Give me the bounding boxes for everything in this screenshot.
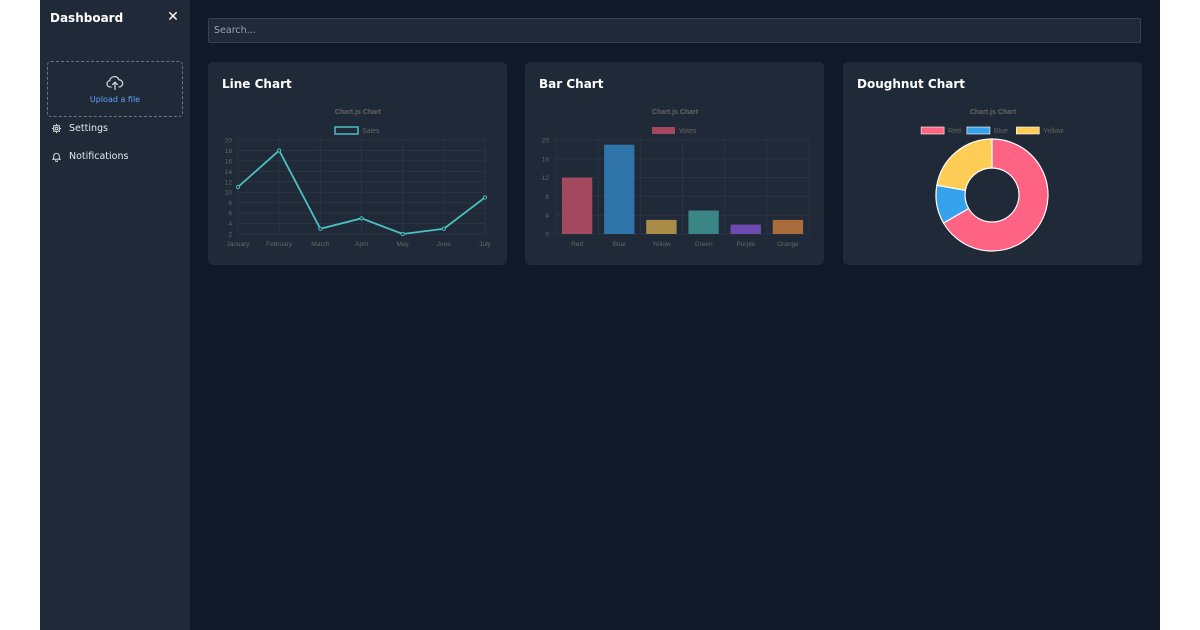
y-tick-label: 14 bbox=[225, 169, 233, 176]
doughnut-slice[interactable] bbox=[936, 138, 993, 192]
legend-swatch[interactable] bbox=[1016, 126, 1040, 135]
legend-label[interactable]: Votes bbox=[679, 128, 697, 135]
sidebar-item-notifications[interactable]: Notifications bbox=[51, 148, 128, 164]
bar[interactable] bbox=[604, 144, 635, 234]
chart-title: Chart.js Chart bbox=[652, 109, 699, 116]
y-tick-label: 20 bbox=[542, 138, 550, 145]
y-tick-label: 16 bbox=[542, 156, 550, 163]
y-tick-label: 12 bbox=[542, 175, 550, 182]
legend-swatch[interactable] bbox=[652, 127, 675, 134]
data-point[interactable] bbox=[277, 148, 282, 153]
x-tick-label: June bbox=[437, 241, 451, 248]
y-tick-label: 8 bbox=[228, 200, 232, 207]
data-point[interactable] bbox=[400, 231, 405, 237]
x-tick-label: July bbox=[479, 241, 491, 248]
chart-title: Chart.js Chart bbox=[335, 109, 382, 116]
bar[interactable] bbox=[561, 177, 593, 234]
x-tick-label: Blue bbox=[613, 241, 626, 248]
upload-dropzone[interactable]: Upload a file bbox=[47, 61, 183, 117]
data-point[interactable] bbox=[441, 226, 446, 231]
y-tick-label: 8 bbox=[545, 194, 549, 201]
y-tick-label: 0 bbox=[545, 232, 549, 239]
data-point[interactable] bbox=[359, 216, 364, 221]
x-tick-label: Red bbox=[571, 241, 583, 248]
bar[interactable] bbox=[730, 224, 761, 234]
y-tick-label: 2 bbox=[228, 232, 232, 239]
line-chart-card: Line Chart Chart.js Chart Sales 20 18 16 14… bbox=[208, 62, 507, 265]
app-window: Dashboard ✕ Upload a file Settings Notif… bbox=[40, 0, 1160, 630]
search-input[interactable] bbox=[208, 18, 1141, 43]
bell-icon bbox=[51, 152, 62, 162]
y-tick-label: 20 bbox=[225, 138, 233, 145]
upload-label: Upload a file bbox=[89, 94, 141, 104]
chart-title: Chart.js Chart bbox=[970, 109, 1017, 116]
sidebar-item-settings[interactable]: Settings bbox=[51, 120, 108, 136]
legend-swatch[interactable] bbox=[966, 126, 991, 135]
bar[interactable] bbox=[688, 210, 719, 235]
y-tick-label: 4 bbox=[228, 221, 232, 228]
sidebar-item-label: Notifications bbox=[69, 150, 129, 162]
x-tick-label: April bbox=[355, 241, 369, 248]
y-tick-label: 16 bbox=[225, 158, 233, 165]
sidebar: Dashboard ✕ Upload a file Settings Notif… bbox=[40, 0, 190, 630]
legend-swatch[interactable] bbox=[920, 126, 945, 135]
bar[interactable] bbox=[772, 219, 804, 234]
legend-label[interactable]: Yellow bbox=[1043, 128, 1064, 135]
y-tick-label: 10 bbox=[225, 190, 233, 197]
legend-label[interactable]: Sales bbox=[362, 128, 380, 135]
x-tick-label: February bbox=[266, 241, 293, 248]
x-tick-label: Purple bbox=[736, 241, 755, 248]
y-tick-label: 4 bbox=[545, 213, 549, 220]
x-tick-label: March bbox=[311, 241, 329, 248]
main-content: Line Chart Chart.js Chart Sales 20181614… bbox=[190, 0, 1160, 630]
data-point[interactable] bbox=[482, 195, 488, 200]
close-icon[interactable]: ✕ bbox=[167, 10, 179, 24]
data-point[interactable] bbox=[318, 226, 323, 231]
cloud-upload-icon bbox=[106, 75, 124, 90]
doughnut-chart-card: Doughnut Chart Chart.js Chart Red Blue Yel… bbox=[843, 62, 1142, 265]
bar[interactable] bbox=[646, 219, 677, 234]
doughnut-chart: Chart.js Chart Red Blue Yellow bbox=[920, 109, 1064, 252]
legend-label[interactable]: Red bbox=[948, 128, 961, 135]
sidebar-item-label: Settings bbox=[69, 122, 108, 134]
y-tick-label: 6 bbox=[228, 211, 232, 218]
legend-label[interactable]: Blue bbox=[994, 128, 1008, 135]
x-tick-label: Yellow bbox=[652, 241, 671, 248]
x-tick-label: May bbox=[397, 241, 410, 248]
x-tick-label: Orange bbox=[777, 241, 799, 248]
bar-chart: Chart.js Chart Votes 20 16 12 8 4 0 Red Blue Ye… bbox=[542, 109, 810, 248]
data-point[interactable] bbox=[235, 184, 241, 190]
line-chart: Chart.js Chart Sales 20 18 16 14 12 10 8 6 4 2 Ja… bbox=[225, 109, 492, 248]
legend-swatch[interactable] bbox=[334, 126, 359, 135]
x-tick-label: Green bbox=[695, 241, 713, 248]
gear-icon bbox=[51, 123, 62, 133]
y-tick-label: 18 bbox=[225, 148, 233, 155]
y-tick-label: 12 bbox=[225, 179, 233, 186]
x-tick-label: January bbox=[226, 241, 250, 248]
sidebar-title: Dashboard bbox=[50, 11, 124, 25]
bar-chart-card: Bar Chart Chart.js Chart Votes 20 16 12 8 4 0… bbox=[525, 62, 824, 265]
